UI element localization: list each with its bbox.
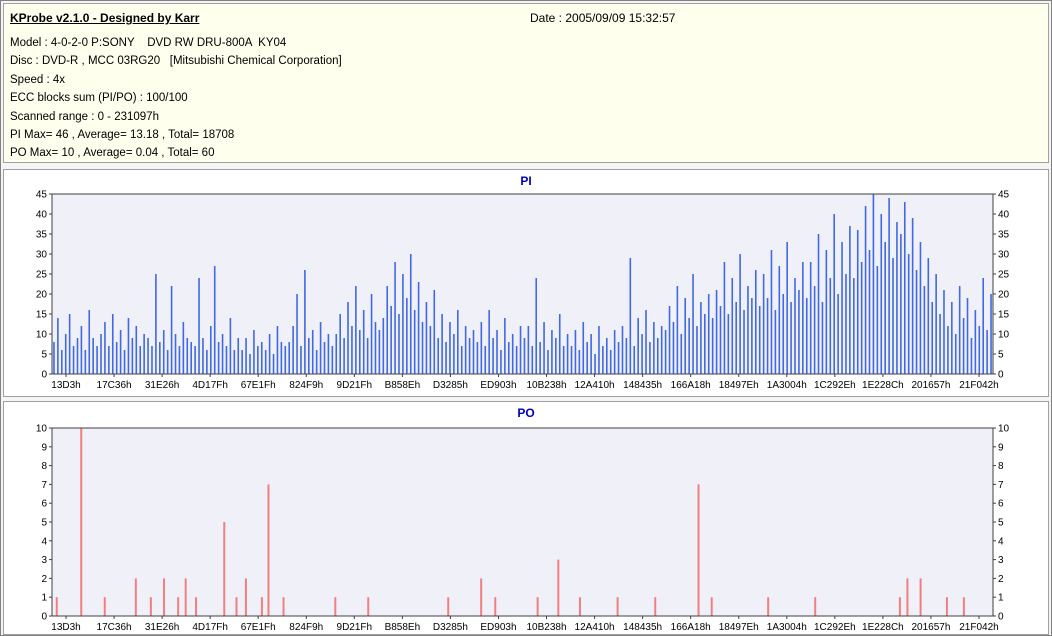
svg-text:D3285h: D3285h <box>433 380 468 391</box>
svg-text:1A3004h: 1A3004h <box>767 622 807 633</box>
svg-text:10: 10 <box>36 424 48 435</box>
pi-stats-line: PI Max= 46 , Average= 13.18 , Total= 187… <box>10 129 235 142</box>
svg-text:1C292Eh: 1C292Eh <box>814 380 856 391</box>
app-title: KProbe v2.1.0 - Designed by Karr <box>10 11 200 25</box>
svg-text:13D3h: 13D3h <box>51 622 80 633</box>
range-line: Scanned range : 0 - 231097h <box>10 110 159 123</box>
svg-text:40: 40 <box>36 210 48 221</box>
svg-text:35: 35 <box>998 230 1010 241</box>
svg-text:5: 5 <box>998 518 1004 529</box>
scan-info-lines: Model : 4-0-2-0 P:SONY DVD RW DRU-800A K… <box>10 34 1042 163</box>
svg-text:9: 9 <box>41 442 47 453</box>
svg-text:15: 15 <box>998 310 1010 321</box>
svg-text:1: 1 <box>998 593 1004 604</box>
svg-text:25: 25 <box>36 270 48 281</box>
svg-text:4D17Fh: 4D17Fh <box>192 380 228 391</box>
svg-text:67E1Fh: 67E1Fh <box>241 380 276 391</box>
svg-text:10B238h: 10B238h <box>527 622 567 633</box>
disc-line: Disc : DVD-R , MCC 03RG20 [Mitsubishi Ch… <box>10 55 342 68</box>
svg-text:824F9h: 824F9h <box>289 380 323 391</box>
po-chart: 0 0 1 1 2 2 3 3 4 4 5 5 6 6 7 7 8 8 9 9 10 10 13D3h 17C36h 31E26… <box>36 424 1010 634</box>
svg-text:1E228Ch: 1E228Ch <box>862 622 904 633</box>
info-panel: KProbe v2.1.0 - Designed by Karr Date : … <box>3 3 1049 163</box>
svg-text:30: 30 <box>998 250 1010 261</box>
svg-text:67E1Fh: 67E1Fh <box>241 622 276 633</box>
svg-text:12A410h: 12A410h <box>575 380 615 391</box>
svg-text:148435h: 148435h <box>623 622 662 633</box>
svg-text:21F042h: 21F042h <box>959 622 998 633</box>
svg-text:20: 20 <box>998 290 1010 301</box>
svg-text:10: 10 <box>998 424 1010 435</box>
svg-text:15: 15 <box>36 310 48 321</box>
svg-text:6: 6 <box>998 499 1004 510</box>
svg-text:9D21Fh: 9D21Fh <box>337 380 373 391</box>
svg-text:10: 10 <box>998 330 1010 341</box>
pi-chart: 0 0 5 5 10 10 15 15 20 20 25 25 30 30 35 35 40 40 45 45 13D3… <box>36 190 1010 392</box>
model-line: Model : 4-0-2-0 P:SONY DVD RW DRU-800A K… <box>10 37 287 49</box>
svg-text:25: 25 <box>998 270 1010 281</box>
svg-text:ED903h: ED903h <box>480 380 516 391</box>
svg-text:1: 1 <box>41 593 47 604</box>
svg-text:201657h: 201657h <box>911 380 950 391</box>
svg-text:45: 45 <box>998 190 1010 201</box>
svg-text:0: 0 <box>41 612 47 623</box>
svg-text:35: 35 <box>36 230 48 241</box>
svg-text:4D17Fh: 4D17Fh <box>192 622 228 633</box>
svg-text:D3285h: D3285h <box>433 622 468 633</box>
svg-text:18497Eh: 18497Eh <box>719 380 759 391</box>
svg-text:31E26h: 31E26h <box>145 380 179 391</box>
svg-text:4: 4 <box>998 536 1004 547</box>
svg-text:8: 8 <box>998 461 1004 472</box>
svg-text:3: 3 <box>41 555 47 566</box>
svg-text:31E26h: 31E26h <box>145 622 179 633</box>
svg-text:40: 40 <box>998 210 1010 221</box>
ecc-line: ECC blocks sum (PI/PO) : 100/100 <box>10 92 188 105</box>
svg-text:7: 7 <box>998 480 1004 491</box>
svg-text:5: 5 <box>41 518 47 529</box>
po-stats-line: PO Max= 10 , Average= 0.04 , Total= 60 <box>10 147 215 160</box>
svg-text:6: 6 <box>41 499 47 510</box>
svg-text:166A18h: 166A18h <box>671 622 711 633</box>
pi-chart-panel: PI 0 0 5 5 10 10 15 15 20 20 25 25 30 30 35 35 40 40 45 45 1… <box>3 169 1049 397</box>
po-chart-panel: PO 0 0 1 1 2 2 3 3 4 4 5 5 6 6 7 7 8 8 9 9 10 10 13D3h 17C36h 31… <box>3 401 1049 635</box>
svg-text:B858Eh: B858Eh <box>385 380 421 391</box>
svg-text:3: 3 <box>998 555 1004 566</box>
svg-text:1E228Ch: 1E228Ch <box>862 380 904 391</box>
svg-text:9: 9 <box>998 442 1004 453</box>
svg-text:17C36h: 17C36h <box>97 380 132 391</box>
date-label: Date : 2005/09/09 15:32:57 <box>530 11 676 25</box>
svg-text:0: 0 <box>998 612 1004 623</box>
svg-text:2: 2 <box>998 574 1004 585</box>
svg-text:30: 30 <box>36 250 48 261</box>
svg-text:12A410h: 12A410h <box>575 622 615 633</box>
svg-text:18497Eh: 18497Eh <box>719 622 759 633</box>
svg-text:1A3004h: 1A3004h <box>767 380 807 391</box>
svg-text:45: 45 <box>36 190 48 201</box>
svg-text:166A18h: 166A18h <box>671 380 711 391</box>
svg-text:0: 0 <box>998 370 1004 381</box>
svg-text:17C36h: 17C36h <box>97 622 132 633</box>
svg-text:201657h: 201657h <box>911 622 950 633</box>
svg-text:148435h: 148435h <box>623 380 662 391</box>
svg-text:13D3h: 13D3h <box>51 380 80 391</box>
svg-text:7: 7 <box>41 480 47 491</box>
svg-text:2: 2 <box>41 574 47 585</box>
svg-text:5: 5 <box>998 350 1004 361</box>
svg-text:10: 10 <box>36 330 48 341</box>
svg-text:B858Eh: B858Eh <box>385 622 421 633</box>
svg-text:21F042h: 21F042h <box>959 380 998 391</box>
svg-text:20: 20 <box>36 290 48 301</box>
svg-text:ED903h: ED903h <box>480 622 516 633</box>
svg-text:824F9h: 824F9h <box>289 622 323 633</box>
svg-text:10B238h: 10B238h <box>527 380 567 391</box>
svg-text:0: 0 <box>41 370 47 381</box>
kprobe-window: KProbe v2.1.0 - Designed by Karr Date : … <box>0 0 1052 636</box>
svg-text:5: 5 <box>41 350 47 361</box>
speed-line: Speed : 4x <box>10 73 65 86</box>
svg-text:1C292Eh: 1C292Eh <box>814 622 856 633</box>
svg-text:9D21Fh: 9D21Fh <box>337 622 373 633</box>
svg-text:4: 4 <box>41 536 47 547</box>
svg-text:8: 8 <box>41 461 47 472</box>
